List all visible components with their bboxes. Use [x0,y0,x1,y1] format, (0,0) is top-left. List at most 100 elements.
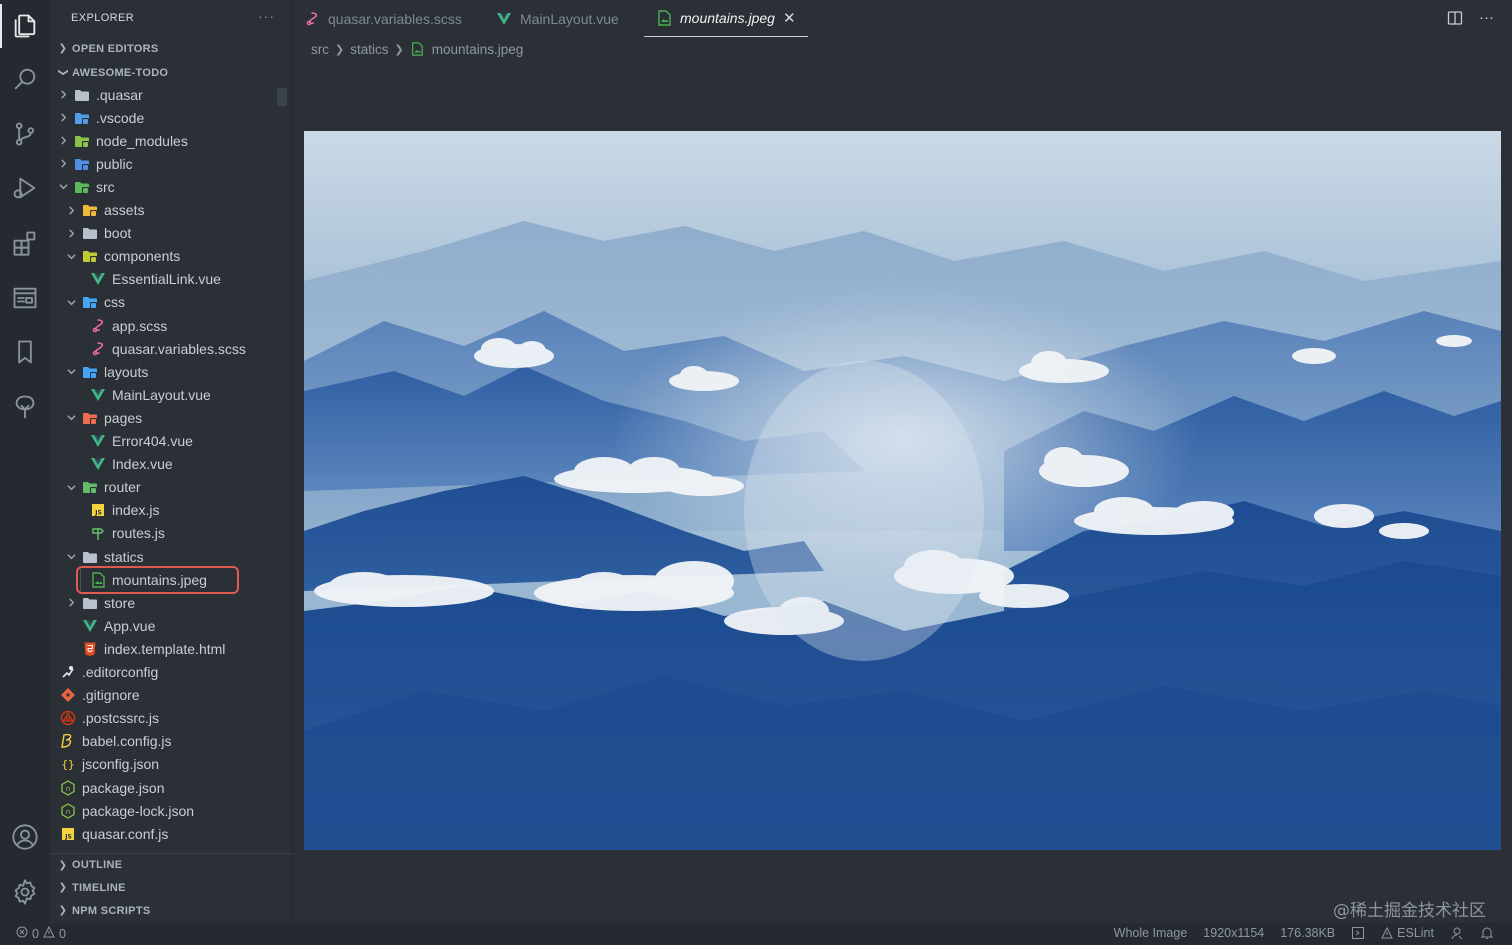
tree-folder[interactable]: .quasar [50,83,293,106]
source-control-icon[interactable] [0,108,50,160]
tree-item-label: .gitignore [82,687,140,704]
section-outline[interactable]: ❯ OUTLINE [50,853,293,876]
tree-item-content: .gitignore [50,683,170,707]
tree-item-label: css [104,294,125,311]
tree-item-content: JS quasar.conf.js [50,822,198,846]
tree-item-content: .vscode [62,106,174,130]
notifications-bell-icon[interactable] [1480,926,1494,940]
folder-css-icon [82,294,98,310]
js-icon: JS [90,502,106,518]
tree-folder[interactable]: statics [50,545,293,568]
split-editor-icon[interactable] [1447,9,1463,26]
more-actions-icon[interactable]: ··· [258,8,275,24]
tab-mainlayout[interactable]: MainLayout.vue [496,0,619,37]
eslint-label: ESLint [1397,926,1434,940]
tree-item-label: components [104,248,181,265]
editor-actions: ··· [1447,9,1494,26]
tree-file[interactable]: JS index.js [50,499,293,522]
folder-components-icon [82,248,98,264]
eslint-status[interactable]: ESLint [1381,926,1434,940]
tree-folder[interactable]: .vscode [50,106,293,129]
sass-icon [304,11,320,27]
folder-assets-icon [82,202,98,218]
tree-file[interactable]: Index.vue [50,453,293,476]
tree-item-content: babel.config.js [50,729,202,753]
tree-folder[interactable]: boot [50,222,293,245]
breadcrumb-item[interactable]: mountains.jpeg [432,42,524,57]
tab-mountains[interactable]: mountains.jpeg ✕ [644,0,808,37]
feedback-icon[interactable] [1450,926,1464,940]
section-open-editors[interactable]: ❯ OPEN EDITORS [50,37,293,60]
settings-gear-icon[interactable] [0,866,50,918]
indent-guide [80,568,81,592]
tree-item-content: store [70,591,165,615]
tree-file[interactable]: {} jsconfig.json [50,753,293,776]
tree-item-content: quasar.variables.scss [78,337,276,361]
breadcrumb-item[interactable]: statics [350,42,388,57]
zoom-status[interactable]: Whole Image [1114,926,1188,940]
explorer-header: EXPLORER ··· [50,0,293,36]
image-icon [410,42,424,56]
tree-file[interactable]: quasar.variables.scss [50,337,293,360]
section-npm-scripts[interactable]: ❯ NPM SCRIPTS [50,899,293,922]
scrollbar-thumb[interactable] [277,88,287,106]
explorer-icon[interactable] [0,0,50,52]
problems-indicator[interactable]: 0 0 [16,925,66,941]
binary-icon[interactable] [1351,926,1365,940]
folder-icon [82,549,98,565]
tree-file[interactable]: .postcssrc.js [50,707,293,730]
tree-item-content: routes.js [78,521,195,545]
section-project[interactable]: ❯ AWESOME-TODO [50,61,293,84]
tree-file[interactable]: App.vue [50,614,293,637]
tree-item-label: .postcssrc.js [82,710,160,727]
section-timeline[interactable]: ❯ TIMELINE [50,876,293,899]
tab-quasar-variables[interactable]: quasar.variables.scss [304,0,462,37]
tree-icon[interactable] [0,381,50,433]
tree-folder[interactable]: css [50,291,293,314]
bookmark-icon[interactable] [0,326,50,378]
tree-file[interactable]: JS quasar.conf.js [50,822,293,845]
tree-item-label: router [104,479,141,496]
tree-folder[interactable]: node_modules [50,129,293,152]
tree-file[interactable]: index.template.html [50,637,293,660]
watermark: @稀土掘金技术社区 [1333,901,1486,921]
tree-file[interactable]: .editorconfig [50,661,293,684]
folder-icon [74,87,90,103]
tree-file[interactable]: n package-lock.json [50,799,293,822]
search-icon[interactable] [0,53,50,105]
tree-file[interactable]: app.scss [50,314,293,337]
preview-icon[interactable] [0,272,50,324]
tree-folder[interactable]: components [50,245,293,268]
tree-file[interactable]: routes.js [50,522,293,545]
tree-item-content: pages [70,406,172,430]
tree-folder[interactable]: public [50,152,293,175]
account-icon[interactable] [0,811,50,863]
tree-file[interactable]: .gitignore [50,684,293,707]
close-icon[interactable]: ✕ [783,9,796,27]
breadcrumb-item[interactable]: src [311,42,329,57]
tree-item-label: package-lock.json [82,802,195,819]
more-actions-icon[interactable]: ··· [1479,9,1494,26]
tree-folder[interactable]: src [50,175,293,198]
extensions-icon[interactable] [0,217,50,269]
tree-file[interactable]: MainLayout.vue [50,383,293,406]
tree-file[interactable]: babel.config.js [50,730,293,753]
vue-icon [90,456,106,472]
tree-folder[interactable]: pages [50,406,293,429]
image-preview[interactable] [304,131,1501,850]
tree-file[interactable]: Error404.vue [50,430,293,453]
run-debug-icon[interactable] [0,162,50,214]
tab-label: MainLayout.vue [520,10,619,27]
folder-public-icon [74,156,90,172]
section-label: AWESOME-TODO [72,66,169,79]
tree-folder[interactable]: layouts [50,360,293,383]
section-label: OUTLINE [72,859,123,871]
tree-folder[interactable]: router [50,476,293,499]
tree-file[interactable]: mountains.jpeg [50,565,293,594]
svg-text:JS: JS [64,833,72,840]
tree-folder[interactable]: assets [50,199,293,222]
tree-file[interactable]: n package.json [50,776,293,799]
tree-folder[interactable]: store [50,591,293,614]
sass-icon [90,318,106,334]
tree-file[interactable]: EssentialLink.vue [50,268,293,291]
